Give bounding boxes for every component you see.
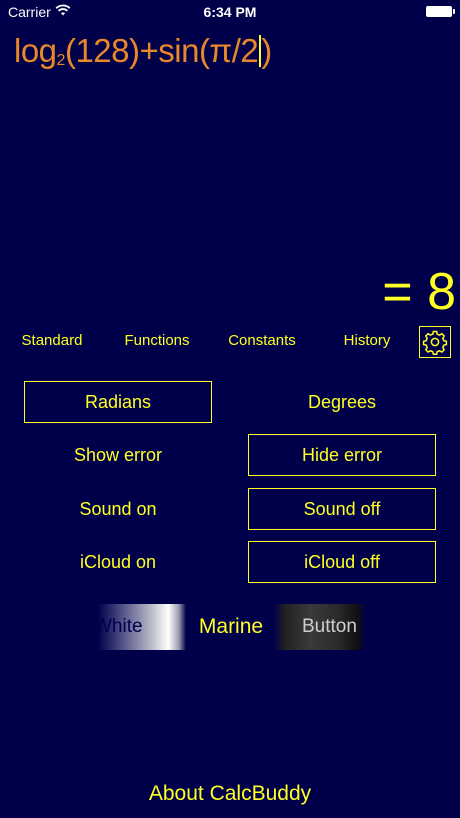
theme-button-label: Button xyxy=(302,616,357,637)
expression-rest: (128)+sin(π/2 xyxy=(64,32,259,69)
keyboard-tabs: Standard Functions Constants History xyxy=(0,322,460,362)
tab-functions[interactable]: Functions xyxy=(118,332,196,349)
icloud-off-button[interactable]: iCloud off xyxy=(248,541,436,583)
theme-button[interactable]: Button xyxy=(274,604,366,650)
result-display: = 8 xyxy=(382,263,456,321)
sound-on-button[interactable]: Sound on xyxy=(24,488,212,530)
radians-button[interactable]: Radians xyxy=(24,381,212,423)
sound-off-button[interactable]: Sound off xyxy=(248,488,436,530)
degrees-button[interactable]: Degrees xyxy=(248,381,436,423)
tab-history[interactable]: History xyxy=(332,332,402,349)
gear-icon xyxy=(422,330,448,355)
tab-constants[interactable]: Constants xyxy=(224,332,300,349)
theme-picker[interactable]: White Marine Button xyxy=(0,604,460,650)
show-error-button[interactable]: Show error xyxy=(24,434,212,476)
expression-display[interactable]: log2(128)+sin(π/2) xyxy=(14,32,272,70)
theme-white-label: White xyxy=(98,616,143,637)
settings-button[interactable] xyxy=(419,326,451,358)
status-time: 6:34 PM xyxy=(203,4,257,20)
hide-error-button[interactable]: Hide error xyxy=(248,434,436,476)
about-link[interactable]: About CalcBuddy xyxy=(0,782,460,806)
theme-marine[interactable]: Marine xyxy=(186,604,276,650)
status-bar: Carrier 6:34 PM xyxy=(0,0,460,24)
battery-icon xyxy=(426,6,455,17)
expression-subscript: 2 xyxy=(56,52,66,69)
theme-white[interactable]: White xyxy=(98,604,186,650)
expression-prefix: log xyxy=(14,32,57,69)
tab-standard[interactable]: Standard xyxy=(16,332,88,349)
icloud-on-button[interactable]: iCloud on xyxy=(24,541,212,583)
expression-close: ) xyxy=(261,32,272,69)
